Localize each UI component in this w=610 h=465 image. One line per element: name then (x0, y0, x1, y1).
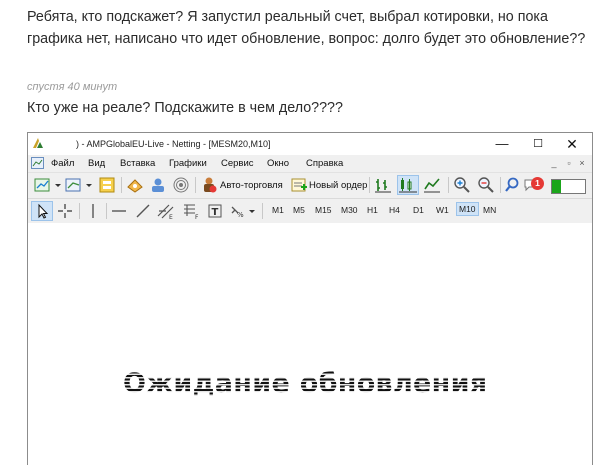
connection-status-fill (552, 180, 561, 193)
timeframe-MN[interactable]: MN (483, 205, 496, 215)
chart-window-icon (31, 157, 44, 169)
alert-count-badge: 1 (531, 177, 544, 190)
chart-area[interactable]: Ожидание обновления (28, 223, 592, 465)
timeframe-D1[interactable]: D1 (413, 205, 424, 215)
search-icon[interactable] (504, 176, 520, 194)
menu-bar: Файл Вид Вставка Графики Сервис Окно Спр… (28, 155, 592, 173)
line-chart-icon[interactable] (423, 176, 441, 194)
shapes-icon[interactable]: % (229, 202, 257, 220)
market-watch-icon[interactable] (98, 176, 116, 194)
timeframe-H1[interactable]: H1 (367, 205, 378, 215)
cursor-icon[interactable] (31, 201, 53, 221)
timeframe-M1[interactable]: M1 (272, 205, 284, 215)
trendline-icon[interactable] (134, 202, 152, 220)
minimize-button[interactable]: — (484, 134, 520, 154)
maximize-button[interactable]: ☐ (520, 134, 556, 154)
menu-charts[interactable]: Графики (169, 158, 207, 169)
waiting-for-update-message: Ожидание обновления (123, 368, 488, 399)
post-followup: Кто уже на реале? Подскажите в чем дело?… (27, 100, 343, 116)
text-tool-icon[interactable]: T (206, 202, 224, 220)
svg-text:T: T (212, 207, 219, 218)
zoom-out-icon[interactable] (477, 176, 495, 194)
post-question: Ребята, кто подскажет? Я запустил реальн… (27, 9, 586, 47)
channels-icon[interactable]: E (156, 202, 176, 220)
new-order-icon[interactable] (290, 176, 308, 194)
metatrader-logo-icon (33, 138, 43, 148)
svg-text:%: % (237, 211, 244, 219)
vertical-line-icon[interactable] (84, 202, 102, 220)
window-title: ) - AMPGlobalEU-Live - Netting - [MESM20… (76, 139, 271, 149)
drawing-toolbar: E F T % M1 M5 M15 M30 H1 H4 D1 W1 M10 MN (28, 199, 592, 225)
profiles-icon[interactable] (65, 176, 93, 194)
crosshair-icon[interactable] (56, 202, 74, 220)
mdi-minimize-button[interactable]: _ (546, 157, 562, 171)
menu-view[interactable]: Вид (88, 158, 105, 169)
timeframe-H4[interactable]: H4 (389, 205, 400, 215)
notifications-icon[interactable]: 1 (523, 176, 544, 194)
timeframe-M15[interactable]: M15 (315, 205, 332, 215)
timeframe-M5[interactable]: M5 (293, 205, 305, 215)
mdi-close-button[interactable]: × (574, 157, 590, 171)
menu-tools[interactable]: Сервис (221, 158, 254, 169)
timeframe-M30[interactable]: M30 (341, 205, 358, 215)
data-window-icon[interactable] (126, 176, 144, 194)
menu-help[interactable]: Справка (306, 158, 343, 169)
fibonacci-icon[interactable]: F (181, 202, 201, 220)
connection-status-bar (551, 179, 586, 194)
svg-text:E: E (169, 214, 173, 220)
navigator-icon[interactable] (149, 176, 167, 194)
svg-text:F: F (195, 214, 199, 220)
menu-insert[interactable]: Вставка (120, 158, 155, 169)
horizontal-line-icon[interactable] (110, 202, 128, 220)
mt5-window-screenshot: ) - AMPGlobalEU-Live - Netting - [MESM20… (27, 132, 593, 465)
menu-window[interactable]: Окно (267, 158, 289, 169)
candlestick-chart-icon[interactable] (397, 175, 419, 195)
close-button[interactable]: ✕ (554, 134, 590, 154)
bar-chart-icon[interactable] (374, 176, 392, 194)
signals-icon[interactable] (172, 176, 190, 194)
zoom-in-icon[interactable] (453, 176, 471, 194)
new-order-button[interactable]: Новый ордер (309, 180, 367, 191)
autotrading-icon[interactable] (200, 176, 218, 194)
standard-toolbar: Авто-торговля Новый ордер 1 (28, 173, 592, 199)
title-bar: ) - AMPGlobalEU-Live - Netting - [MESM20… (28, 133, 592, 155)
new-chart-icon[interactable] (34, 176, 62, 194)
menu-file[interactable]: Файл (51, 158, 74, 169)
timeframe-M10[interactable]: M10 (456, 202, 479, 216)
autotrading-button[interactable]: Авто-торговля (220, 180, 283, 191)
post-timestamp: спустя 40 минут (27, 81, 118, 93)
timeframe-W1[interactable]: W1 (436, 205, 449, 215)
